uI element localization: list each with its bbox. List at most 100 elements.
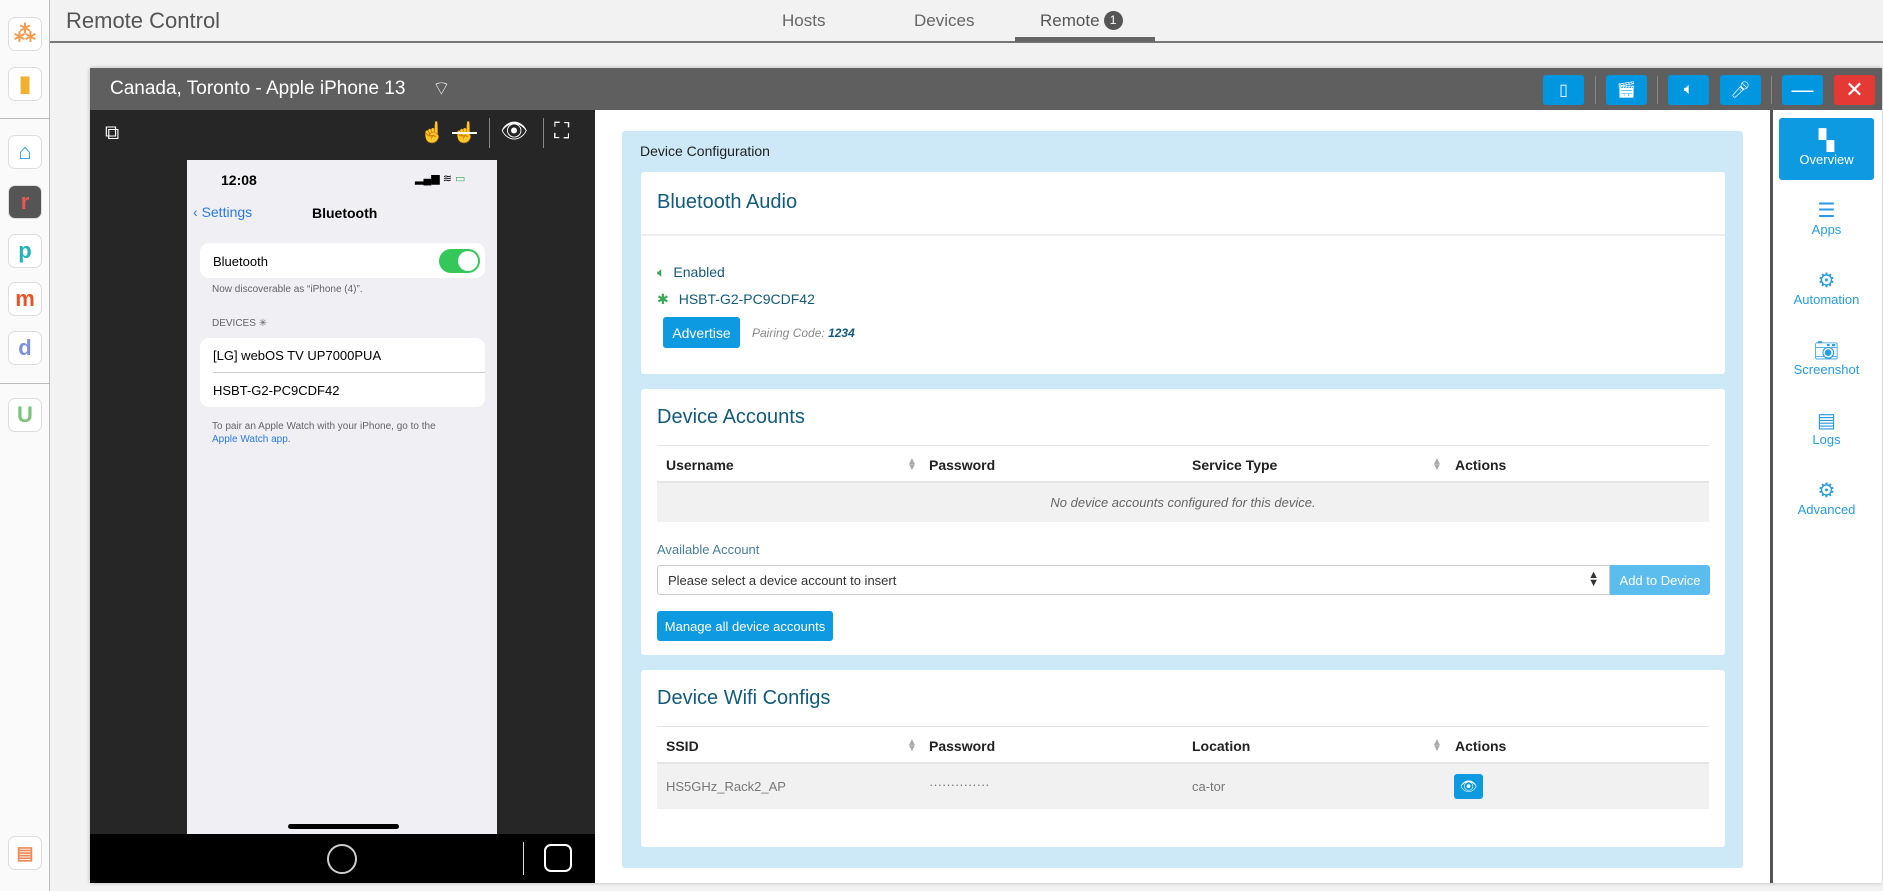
remote-app-icon[interactable]: r [8, 185, 42, 219]
device-list-item[interactable]: HSBT-G2-PC9CDF42 [213, 383, 339, 398]
d-app-icon[interactable]: d [8, 331, 42, 365]
volume-icon: 🔈︎ [1683, 81, 1694, 98]
minimize-button[interactable]: — [1782, 75, 1823, 105]
dashboard-icon: ▚ [1818, 130, 1835, 152]
m-app-icon[interactable]: m [8, 282, 42, 316]
analytics-app-icon[interactable]: ▮ [8, 67, 42, 101]
minimize-icon: — [1791, 77, 1814, 102]
col-ssid[interactable]: SSID [666, 738, 699, 754]
clapperboard-icon: 🎬︎ [1616, 82, 1637, 99]
record-button[interactable]: 🎬︎ [1606, 75, 1647, 105]
phone-button[interactable]: ▯ [1543, 75, 1584, 105]
home-app-icon[interactable]: ⌂ [8, 135, 42, 169]
add-to-device-button[interactable]: Add to Device [1610, 565, 1710, 595]
active-tab-indicator [1015, 37, 1155, 42]
pairing-label: Pairing Code: [752, 326, 825, 340]
nav-automation[interactable]: ⚙ Automation [1779, 258, 1874, 320]
device-configuration-panel: Device Configuration Bluetooth Audio 🔈︎ E… [622, 131, 1743, 868]
p-app-icon[interactable]: p [8, 234, 42, 268]
divider [523, 842, 524, 875]
card-heading: Bluetooth Audio [657, 191, 798, 213]
col-password: Password [929, 738, 996, 754]
app-sidebar: ⁂ ▮ ⌂ r p m d U ▤ [0, 0, 50, 891]
close-button[interactable]: ✕ [1834, 75, 1875, 105]
sort-icon[interactable]: ▲ ▼ [907, 457, 917, 473]
nav-label: Advanced [1797, 502, 1856, 517]
divider [213, 372, 485, 373]
apple-watch-link[interactable]: Apple Watch app [212, 434, 288, 445]
document-app-icon[interactable]: ▤ [8, 836, 42, 870]
right-nav: ▚ Overview ☰ Apps ⚙ Automation 📷︎ Screenshot… [1776, 110, 1882, 883]
org-app-icon[interactable]: ⁂ [8, 17, 42, 51]
u-app-icon[interactable]: U [8, 398, 42, 432]
touch-icon[interactable]: ☝ [420, 120, 445, 145]
available-account-select[interactable]: Please select a device account to insert… [657, 565, 1610, 595]
page-title: Remote Control [66, 8, 221, 33]
available-account-label: Available Account [657, 542, 760, 557]
discoverable-note: Now discoverable as “iPhone (4)”. [212, 284, 363, 295]
divider [641, 234, 1725, 236]
nav-apps[interactable]: ☰ Apps [1779, 188, 1874, 250]
home-indicator [288, 824, 399, 829]
accounts-empty-row: No device accounts configured for this d… [657, 483, 1709, 522]
gear-icon: ⚙ [1817, 480, 1836, 502]
wifi-ssid: HS5GHz_Rack2_AP [666, 779, 786, 794]
speaker-icon: 🔈︎ [657, 264, 666, 280]
back-settings-link[interactable]: ‹ Settings [193, 204, 252, 220]
sort-icon[interactable]: ▲ ▼ [907, 738, 917, 754]
nav-label: Screenshot [1793, 362, 1860, 377]
loading-spinner-icon: ✳ [258, 318, 268, 329]
back-label: Settings [201, 204, 253, 220]
status-time: 12:08 [221, 172, 257, 188]
divider [1771, 76, 1772, 104]
bt-device-name: ✱ HSBT-G2-PC9CDF42 [657, 291, 815, 308]
wifi-connected-icon: ⌔ [432, 78, 451, 100]
manage-accounts-button[interactable]: Manage all device accounts [657, 611, 833, 641]
window-title: Canada, Toronto - Apple iPhone 13 [110, 78, 406, 99]
col-location[interactable]: Location [1192, 738, 1250, 754]
home-button-icon[interactable] [327, 844, 357, 874]
volume-button[interactable]: 🔈︎ [1668, 75, 1709, 105]
tab-remote[interactable]: Remote 1 [1040, 11, 1123, 31]
touch-disabled-icon[interactable]: ☝ [452, 120, 477, 145]
select-placeholder: Please select a device account to insert [668, 573, 897, 588]
nav-screenshot[interactable]: 📷︎ Screenshot [1779, 328, 1874, 390]
apps-icon: ☰ [1817, 200, 1836, 222]
microphone-button[interactable]: 🎤︎ [1720, 75, 1761, 105]
col-password: Password [929, 457, 996, 473]
bt-device-label: HSBT-G2-PC9CDF42 [678, 291, 815, 307]
eye-icon[interactable]: 👁︎ [500, 118, 528, 144]
col-username[interactable]: Username [666, 457, 734, 473]
tab-hosts[interactable]: Hosts [782, 11, 825, 31]
status-icons: ▂▄▆ ≋ ▭ [415, 173, 466, 185]
nav-advanced[interactable]: ⚙ Advanced [1779, 468, 1874, 530]
app-switcher-icon[interactable] [544, 844, 572, 872]
device-rotate-icon[interactable]: ⧉ [105, 122, 119, 145]
top-header: Remote Control Hosts Devices Remote 1 [50, 0, 1883, 43]
table-row: HS5GHz_Rack2_AP ·············· ca-tor 👁︎ [657, 764, 1709, 809]
iphone-screen[interactable]: 12:08 ▂▄▆ ≋ ▭ ‹ Settings Bluetooth Bluet… [187, 160, 497, 834]
col-service-type[interactable]: Service Type [1192, 457, 1277, 473]
watch-note-text: To pair an Apple Watch with your iPhone,… [212, 421, 436, 432]
remote-count-badge: 1 [1103, 11, 1123, 30]
nav-overview[interactable]: ▚ Overview [1779, 118, 1874, 180]
fullscreen-icon[interactable]: ⛶ [554, 118, 569, 144]
show-password-button[interactable]: 👁︎ [1454, 774, 1483, 799]
advertise-button[interactable]: Advertise [663, 317, 740, 348]
bluetooth-toggle[interactable] [439, 249, 480, 273]
sort-icon[interactable]: ▲ ▼ [1432, 457, 1442, 473]
col-actions: Actions [1455, 457, 1507, 473]
select-arrows-icon: ▲ ▼ [1588, 569, 1599, 589]
device-wifi-card: Device Wifi Configs SSID ▲ ▼ Password Loc… [641, 670, 1725, 847]
nav-label: Automation [1793, 292, 1860, 307]
tab-devices[interactable]: Devices [914, 11, 974, 31]
divider [1657, 76, 1658, 104]
window-titlebar: Canada, Toronto - Apple iPhone 13 ⌔ ▯ 🎬︎… [90, 68, 1882, 110]
nav-logs[interactable]: ▤ Logs [1779, 398, 1874, 460]
devices-header-label: DEVICES [212, 318, 256, 329]
sort-icon[interactable]: ▲ ▼ [1432, 738, 1442, 754]
microphone-icon: 🎤︎ [1730, 82, 1751, 99]
device-list-item[interactable]: [LG] webOS TV UP7000PUA [213, 348, 381, 363]
divider [1595, 76, 1596, 104]
watch-note: To pair an Apple Watch with your iPhone,… [212, 420, 482, 446]
